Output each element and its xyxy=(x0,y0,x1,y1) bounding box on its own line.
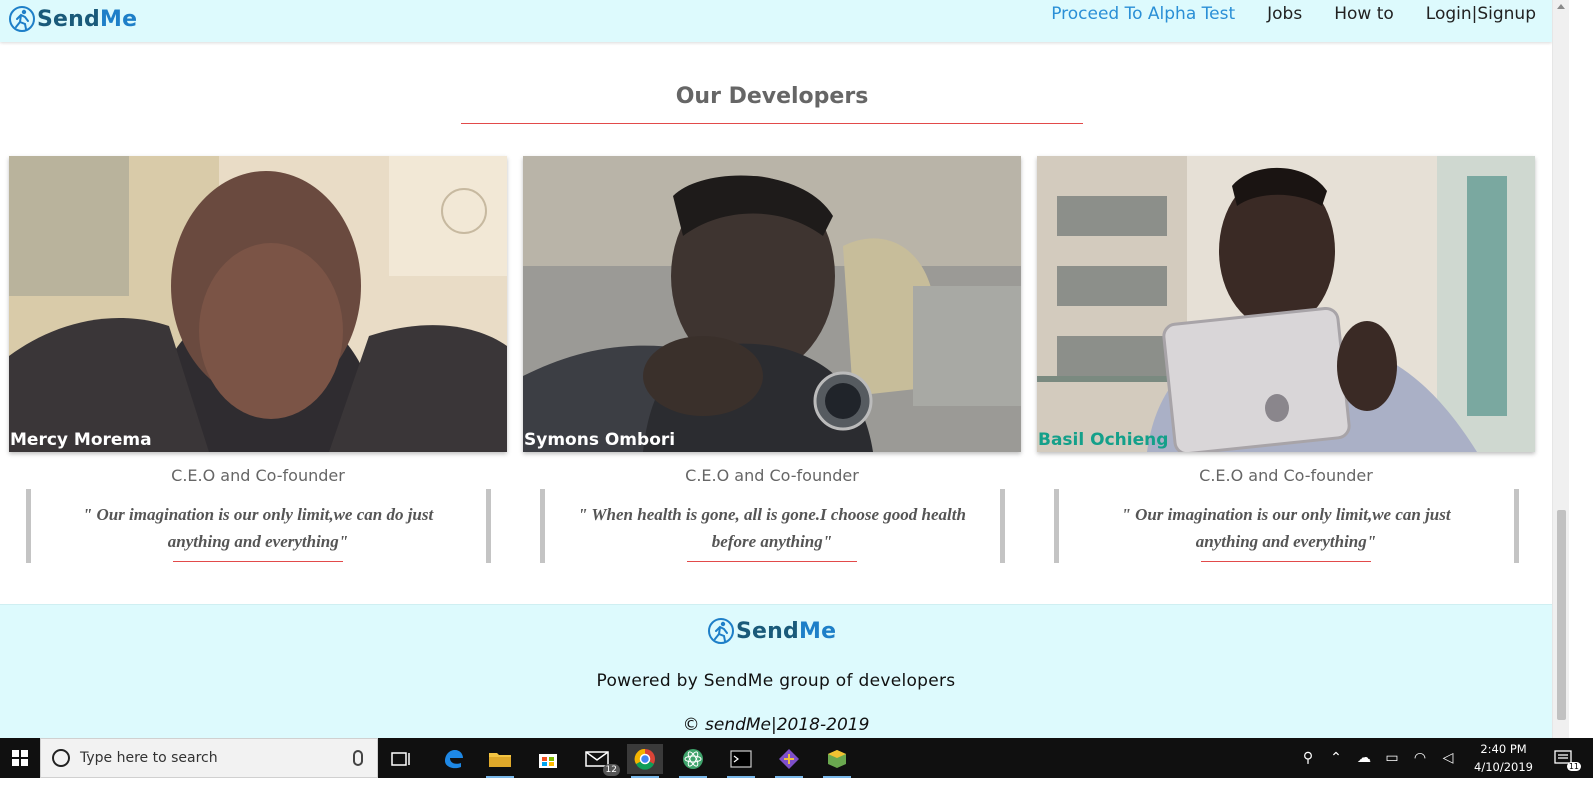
nav-link-alpha-test[interactable]: Proceed To Alpha Test xyxy=(1051,4,1235,24)
developer-card: Basil Ochieng C.E.O and Co-founder " Our… xyxy=(1037,156,1535,563)
developer-name: Symons Ombori xyxy=(524,430,676,450)
footer-brand-logo[interactable]: SendMe xyxy=(707,617,836,645)
developer-quote: " When health is gone, all is gone.I cho… xyxy=(578,505,966,551)
developer-photo-image xyxy=(9,156,507,452)
file-explorer-icon[interactable] xyxy=(482,744,518,778)
volume-icon[interactable]: ◁ xyxy=(1438,748,1458,768)
terminal-icon[interactable] xyxy=(723,744,759,778)
people-icon[interactable]: ⚲ xyxy=(1298,748,1318,768)
task-view-glyph xyxy=(391,752,410,766)
developer-role: C.E.O and Co-founder xyxy=(171,466,345,485)
quote-divider xyxy=(1201,561,1371,562)
chrome-icon[interactable] xyxy=(627,744,663,778)
scroll-up-icon[interactable] xyxy=(1557,4,1565,9)
developer-name: Mercy Morema xyxy=(10,430,152,450)
clock-time: 2:40 PM xyxy=(1480,742,1527,756)
developer-quote-block: " Our imagination is our only limit,we c… xyxy=(9,489,507,563)
search-placeholder: Type here to search xyxy=(80,750,218,766)
notification-count: 11 xyxy=(1566,762,1581,771)
developer-photo: Mercy Morema xyxy=(9,156,507,452)
scroll-thumb[interactable] xyxy=(1557,510,1566,720)
app-icon[interactable] xyxy=(819,744,855,778)
top-navbar: SendMe Proceed To Alpha Test Jobs How to… xyxy=(0,0,1552,42)
page-footer: SendMe Powered by SendMe group of develo… xyxy=(0,604,1552,749)
store-glyph xyxy=(539,754,557,768)
main-nav: Proceed To Alpha Test Jobs How to Login|… xyxy=(1051,4,1536,24)
quote-divider xyxy=(687,561,857,562)
cube-glyph xyxy=(828,750,846,768)
developer-name: Basil Ochieng xyxy=(1038,430,1169,450)
folder-glyph xyxy=(489,753,511,767)
nav-link-how-to[interactable]: How to xyxy=(1334,4,1394,24)
developer-photo: Symons Ombori xyxy=(523,156,1021,452)
developer-quote: " Our imagination is our only limit,we c… xyxy=(82,505,434,551)
taskbar-clock[interactable]: 2:40 PM 4/10/2019 xyxy=(1474,740,1533,776)
cortana-icon xyxy=(52,749,70,767)
edge-glyph xyxy=(445,750,463,769)
nav-link-jobs[interactable]: Jobs xyxy=(1267,4,1302,24)
developer-card: Symons Ombori C.E.O and Co-founder " Whe… xyxy=(523,156,1021,563)
task-view-icon[interactable] xyxy=(384,744,420,774)
developer-role: C.E.O and Co-founder xyxy=(685,466,859,485)
brand-logo[interactable]: SendMe xyxy=(8,3,137,35)
atom-editor-icon[interactable] xyxy=(675,744,711,778)
runner-logo-icon xyxy=(9,6,35,32)
chevron-up-icon[interactable]: ⌃ xyxy=(1326,748,1346,768)
developer-quote-block: " When health is gone, all is gone.I cho… xyxy=(523,489,1021,563)
git-glyph xyxy=(779,749,799,769)
clock-date: 4/10/2019 xyxy=(1474,760,1533,774)
brand-name: SendMe xyxy=(37,6,138,32)
cloud-icon[interactable]: ☁ xyxy=(1354,748,1374,768)
microphone-icon[interactable] xyxy=(353,750,363,766)
taskbar-search[interactable]: Type here to search xyxy=(40,738,378,778)
windows-logo-icon xyxy=(12,750,28,766)
quote-bar-left xyxy=(1054,489,1059,563)
footer-brand-name: SendMe xyxy=(736,618,837,644)
page-scrollbar[interactable] xyxy=(1552,0,1569,749)
quote-bar-right xyxy=(1000,489,1005,563)
start-button[interactable] xyxy=(0,738,40,778)
developer-quote: " Our imagination is our only limit,we c… xyxy=(1121,505,1451,551)
copyright-text: © sendMe|2018-2019 xyxy=(682,715,870,735)
store-icon[interactable] xyxy=(530,744,566,774)
developer-quote-block: " Our imagination is our only limit,we c… xyxy=(1037,489,1535,563)
battery-icon[interactable]: ▭ xyxy=(1382,748,1402,768)
terminal-glyph xyxy=(730,750,752,768)
system-tray: ⚲ ⌃ ☁ ▭ ◠ ◁ 2:40 PM 4/10/2019 11 xyxy=(1294,738,1593,778)
mail-icon[interactable]: 12 xyxy=(580,744,620,776)
quote-bar-left xyxy=(26,489,31,563)
runner-logo-icon xyxy=(708,618,734,644)
chrome-glyph xyxy=(634,748,655,770)
quote-bar-right xyxy=(486,489,491,563)
quote-bar-right xyxy=(1514,489,1519,563)
developer-photo-image xyxy=(523,156,1021,452)
notification-icon[interactable]: 11 xyxy=(1553,748,1581,771)
quote-bar-left xyxy=(540,489,545,563)
section-title: Our Developers xyxy=(675,84,869,109)
section-divider xyxy=(461,123,1083,124)
powered-by-text: Powered by SendMe group of developers xyxy=(596,671,956,691)
quote-divider xyxy=(173,561,343,562)
window-edge xyxy=(1569,0,1593,789)
atom-glyph xyxy=(683,749,703,769)
developer-card: Mercy Morema C.E.O and Co-founder " Our … xyxy=(9,156,507,563)
developer-photo: Basil Ochieng xyxy=(1037,156,1535,452)
developer-role: C.E.O and Co-founder xyxy=(1199,466,1373,485)
wifi-icon[interactable]: ◠ xyxy=(1410,748,1430,768)
git-client-icon[interactable] xyxy=(771,744,807,778)
mail-badge: 12 xyxy=(602,764,620,776)
nav-link-login-signup[interactable]: Login|Signup xyxy=(1426,4,1536,24)
windows-taskbar: Type here to search 12 ⚲ ⌃ ☁ ▭ ◠ ◁ 2:40 … xyxy=(0,738,1593,778)
edge-browser-icon[interactable] xyxy=(435,744,471,774)
screen-bottom-edge xyxy=(0,778,1593,789)
developer-photo-image xyxy=(1037,156,1535,452)
